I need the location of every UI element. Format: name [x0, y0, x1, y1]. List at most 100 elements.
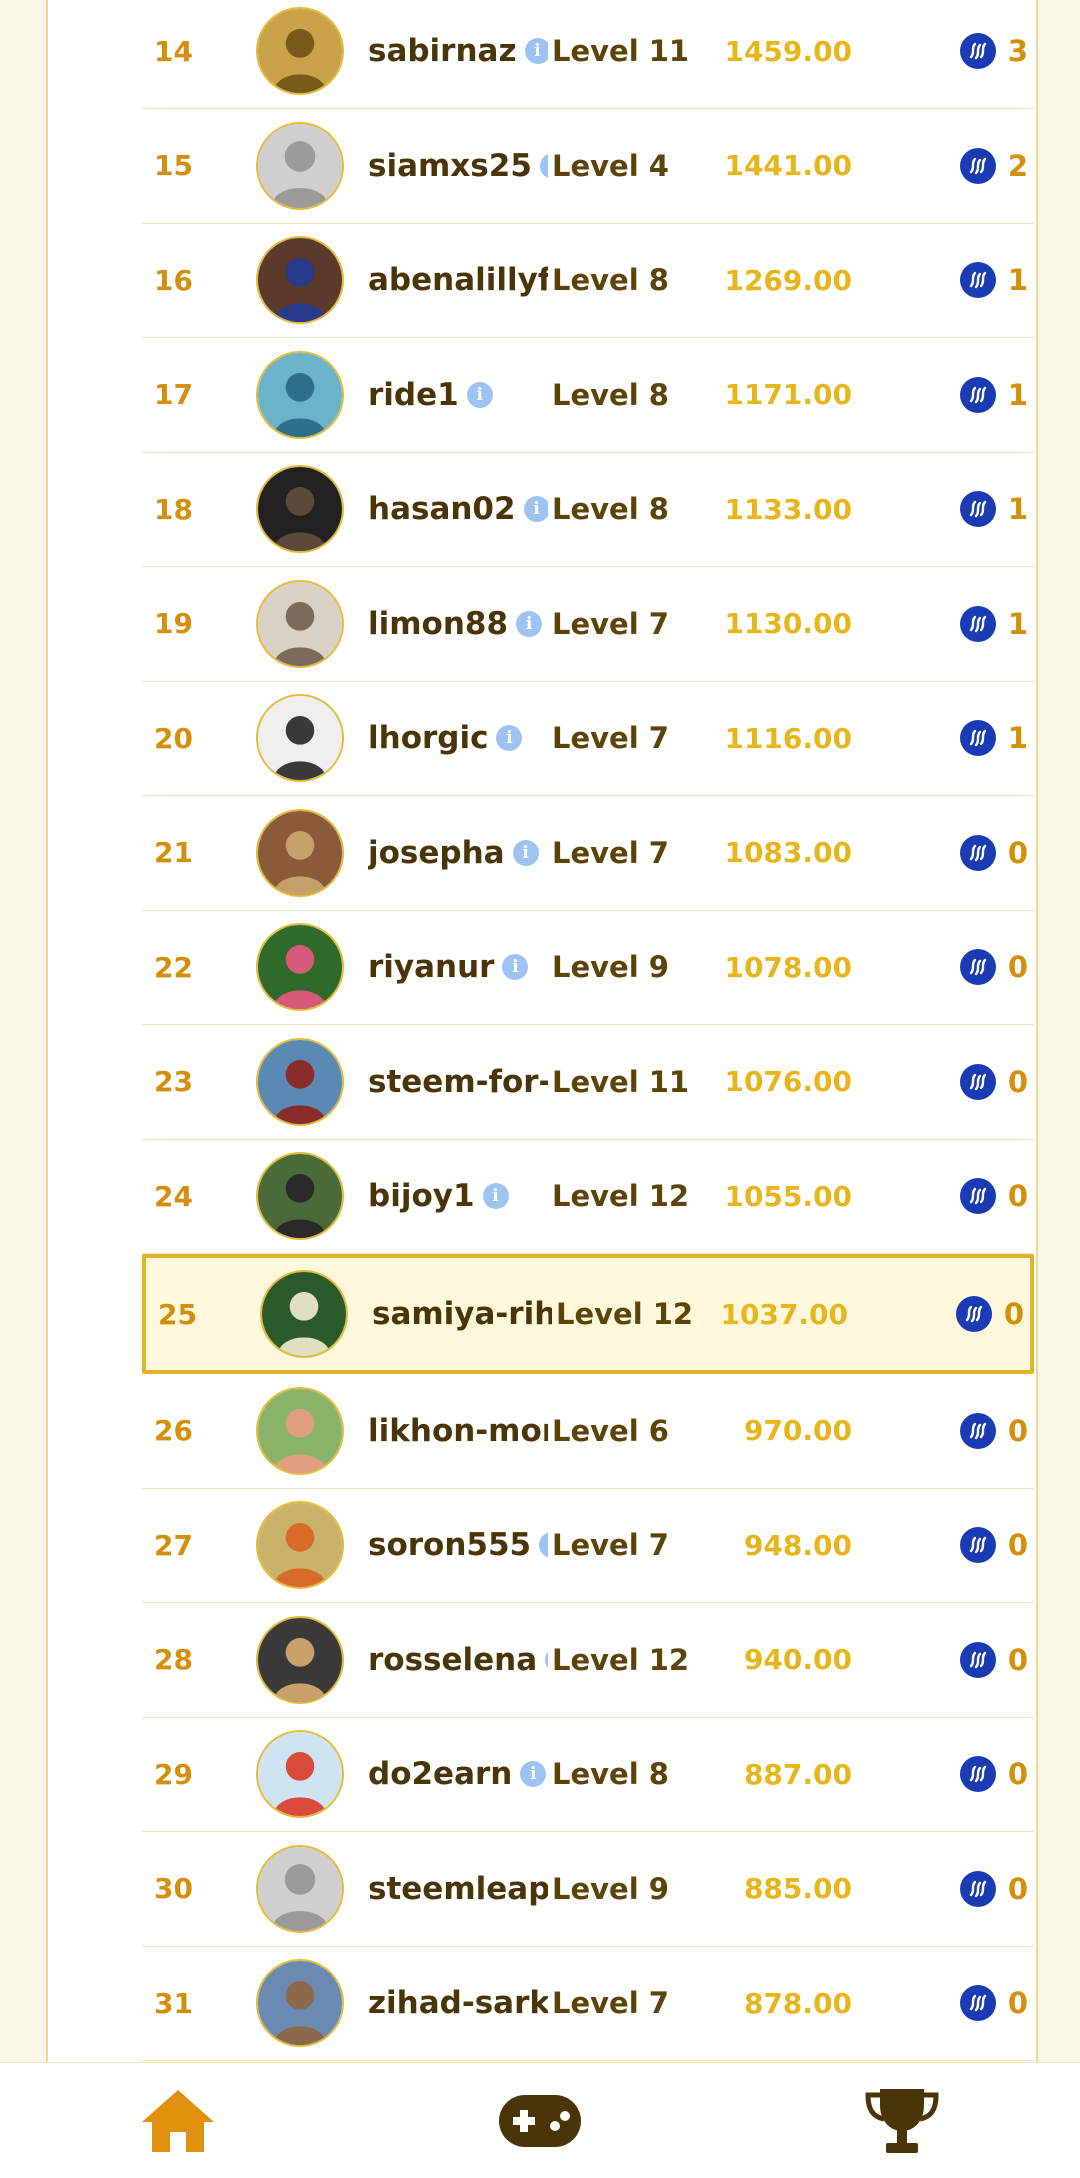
- avatar[interactable]: [256, 1501, 344, 1590]
- username-cell[interactable]: ride1 i: [368, 338, 548, 452]
- score-value: 1116.00: [724, 721, 852, 755]
- avatar[interactable]: [256, 694, 344, 783]
- info-icon[interactable]: i: [523, 496, 548, 523]
- leaderboard-row[interactable]: 14 sabirnaz i Level 11 1459.00 3: [142, 0, 1034, 109]
- username[interactable]: do2earn: [368, 1756, 512, 1792]
- username[interactable]: hasan02: [368, 491, 516, 527]
- username-cell[interactable]: steemleapi: [368, 1832, 548, 1946]
- avatar[interactable]: [256, 1152, 344, 1241]
- username-cell[interactable]: hasan02 i: [368, 453, 548, 567]
- leaderboard-row[interactable]: 18 hasan02 i Level 8 1133.00 1: [142, 453, 1034, 567]
- username[interactable]: soron555: [368, 1527, 531, 1563]
- username[interactable]: bijoy1: [368, 1178, 475, 1214]
- info-icon[interactable]: i: [520, 1761, 547, 1788]
- info-icon[interactable]: i: [539, 1532, 548, 1559]
- username[interactable]: limon88: [368, 606, 508, 642]
- avatar[interactable]: [256, 1959, 344, 2048]
- info-icon[interactable]: i: [545, 1646, 548, 1673]
- username[interactable]: ride1: [368, 377, 459, 413]
- leaderboard-row[interactable]: 17 ride1 i Level 8 1171.00 1: [142, 338, 1034, 453]
- score-value: 1078.00: [724, 950, 852, 984]
- nav-games[interactable]: [470, 2063, 610, 2178]
- leaderboard-row[interactable]: 30 steemleapiLevel 9 885.00 0: [142, 1832, 1034, 1947]
- username[interactable]: sabirnaz: [368, 33, 517, 69]
- username-cell[interactable]: abenalillyfi: [368, 224, 548, 338]
- avatar[interactable]: [256, 121, 344, 210]
- leaderboard-row[interactable]: 22 riyanur i Level 9 1078.00 0: [142, 911, 1034, 1025]
- username[interactable]: samiya-rih: [372, 1296, 552, 1332]
- info-icon[interactable]: i: [466, 381, 493, 408]
- avatar[interactable]: [256, 923, 344, 1012]
- username[interactable]: zihad-sark: [368, 1985, 548, 2021]
- username-cell[interactable]: zihad-sarki: [368, 1947, 548, 2061]
- info-icon[interactable]: i: [502, 954, 529, 981]
- username-cell[interactable]: siamxs25 i: [368, 109, 548, 223]
- current-user-row[interactable]: 25 samiya-rihiLevel 12 1037.00 0: [142, 1254, 1034, 1374]
- score-value: 1459.00: [724, 34, 852, 68]
- info-icon[interactable]: i: [482, 1183, 509, 1210]
- leaderboard-row[interactable]: 27 soron555 iLevel 7 948.00 0: [142, 1489, 1034, 1603]
- user-level: Level 8: [552, 377, 669, 412]
- rank-number: 25: [158, 1297, 197, 1331]
- leaderboard-row[interactable]: 24 bijoy1 i Level 12 1055.00 0: [142, 1140, 1034, 1254]
- steem-icon: [959, 720, 996, 757]
- leaderboard-row[interactable]: 28 rosselena iLevel 12 940.00 0: [142, 1603, 1034, 1718]
- steem-icon: [959, 376, 996, 413]
- leaderboard-row[interactable]: 23 steem-for-iLevel 11 1076.00 0: [142, 1025, 1034, 1140]
- avatar[interactable]: [256, 808, 344, 897]
- steem-reward: 0: [959, 1140, 1028, 1254]
- avatar[interactable]: [256, 465, 344, 554]
- avatar[interactable]: [256, 579, 344, 668]
- username-cell[interactable]: bijoy1 i: [368, 1140, 548, 1254]
- username[interactable]: steemleap: [368, 1871, 548, 1907]
- leaderboard-row[interactable]: 21 josepha i Level 7 1083.00 0: [142, 796, 1034, 911]
- avatar[interactable]: [256, 236, 344, 325]
- username-cell[interactable]: do2earn i: [368, 1718, 548, 1832]
- leaderboard-row[interactable]: 15 siamxs25 iLevel 4 1441.00 2: [142, 109, 1034, 224]
- score-value: 1037.00: [720, 1297, 848, 1331]
- leaderboard-row[interactable]: 29 do2earn i Level 8 887.00 0: [142, 1718, 1034, 1832]
- info-icon[interactable]: i: [524, 38, 548, 65]
- username[interactable]: rosselena: [368, 1642, 537, 1678]
- info-icon[interactable]: i: [512, 839, 539, 866]
- avatar[interactable]: [256, 1844, 344, 1933]
- leaderboard-row[interactable]: 26 likhon-moriLevel 6 970.00 0: [142, 1374, 1034, 1489]
- username-cell[interactable]: sabirnaz i: [368, 0, 548, 108]
- username-cell[interactable]: steem-for-i: [368, 1025, 548, 1139]
- username-cell[interactable]: soron555 i: [368, 1489, 548, 1603]
- avatar[interactable]: [256, 7, 344, 96]
- username[interactable]: lhorgic: [368, 720, 488, 756]
- avatar[interactable]: [260, 1270, 348, 1358]
- info-icon[interactable]: i: [516, 610, 543, 637]
- username[interactable]: likhon-mor: [368, 1413, 548, 1449]
- avatar[interactable]: [256, 1037, 344, 1126]
- username[interactable]: steem-for-: [368, 1064, 548, 1100]
- username-cell[interactable]: likhon-mori: [368, 1374, 548, 1488]
- username[interactable]: riyanur: [368, 949, 494, 985]
- leaderboard-row[interactable]: 16 abenalillyfiLevel 8 1269.00 1: [142, 224, 1034, 338]
- leaderboard-row[interactable]: 20 lhorgic i Level 7 1116.00 1: [142, 682, 1034, 796]
- username-cell[interactable]: rosselena i: [368, 1603, 548, 1717]
- info-icon[interactable]: i: [496, 725, 523, 752]
- nav-home[interactable]: [108, 2063, 248, 2178]
- score-value: 1076.00: [724, 1065, 852, 1099]
- avatar[interactable]: [256, 350, 344, 439]
- username-cell[interactable]: riyanur i: [368, 911, 548, 1025]
- username-cell[interactable]: josepha i: [368, 796, 548, 910]
- avatar[interactable]: [256, 1386, 344, 1475]
- leaderboard-row[interactable]: 19 limon88 i Level 7 1130.00 1: [142, 567, 1034, 682]
- username-cell[interactable]: samiya-rihi: [372, 1258, 552, 1370]
- username-cell[interactable]: lhorgic i: [368, 682, 548, 796]
- info-icon[interactable]: i: [539, 152, 548, 179]
- avatar[interactable]: [256, 1730, 344, 1819]
- rank-number: 24: [154, 1179, 193, 1213]
- username[interactable]: abenalillyf: [368, 262, 548, 298]
- reward-amount: 0: [1007, 950, 1028, 985]
- steem-reward: 0: [959, 1947, 1028, 2061]
- leaderboard-row[interactable]: 31 zihad-sarkiLevel 7 878.00 0: [142, 1947, 1034, 2061]
- username-cell[interactable]: limon88 i: [368, 567, 548, 681]
- username[interactable]: josepha: [368, 835, 505, 871]
- nav-leaderboard[interactable]: [832, 2063, 972, 2178]
- avatar[interactable]: [256, 1615, 344, 1704]
- username[interactable]: siamxs25: [368, 148, 532, 184]
